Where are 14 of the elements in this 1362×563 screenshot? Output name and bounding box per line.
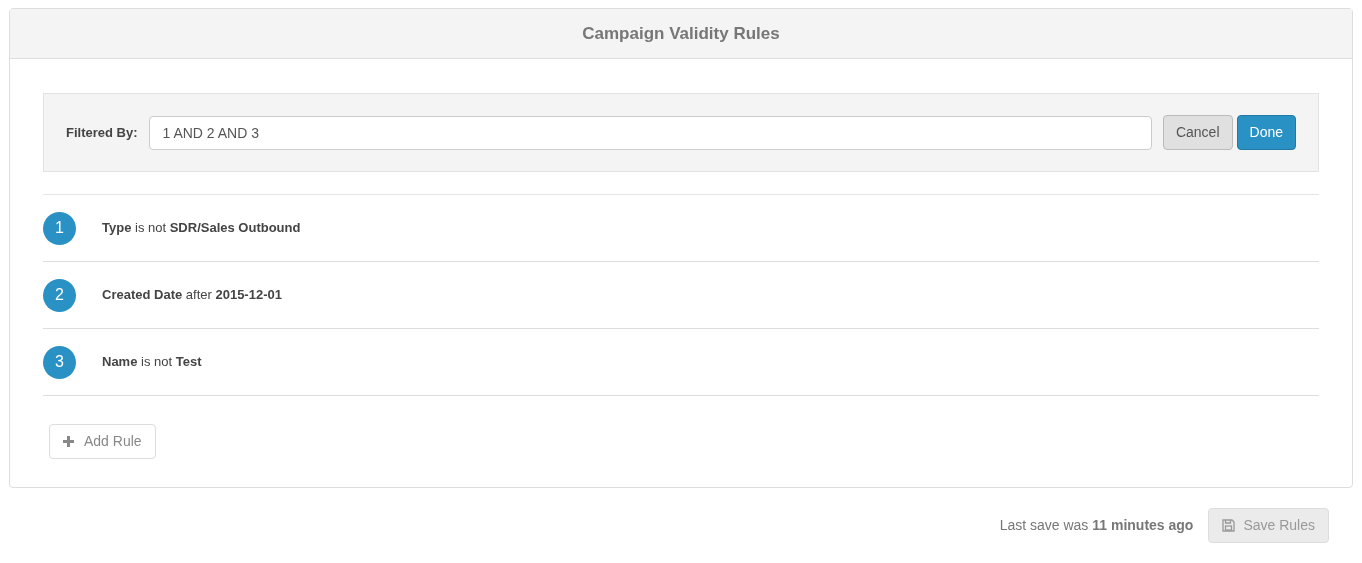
add-rule-button[interactable]: Add Rule xyxy=(49,424,156,459)
plus-icon xyxy=(63,436,74,447)
filter-label: Filtered By: xyxy=(66,123,138,142)
rule-number-badge: 1 xyxy=(43,211,76,245)
filter-field[interactable]: 1 AND 2 AND 3 xyxy=(148,115,1152,150)
cancel-button[interactable]: Cancel xyxy=(1162,115,1233,150)
last-save-status: Last save was 11 minutes ago xyxy=(999,516,1194,535)
rule-number-badge: 3 xyxy=(43,345,76,379)
rule-text: Type is not SDR/Sales Outbound xyxy=(102,219,301,238)
rule-number-badge: 2 xyxy=(43,278,76,312)
rule-text: Created Date after 2015-12-01 xyxy=(102,286,282,305)
rule-text: Name is not Test xyxy=(102,353,202,372)
panel-title: Campaign Validity Rules xyxy=(582,22,780,45)
done-button[interactable]: Done xyxy=(1236,115,1296,150)
